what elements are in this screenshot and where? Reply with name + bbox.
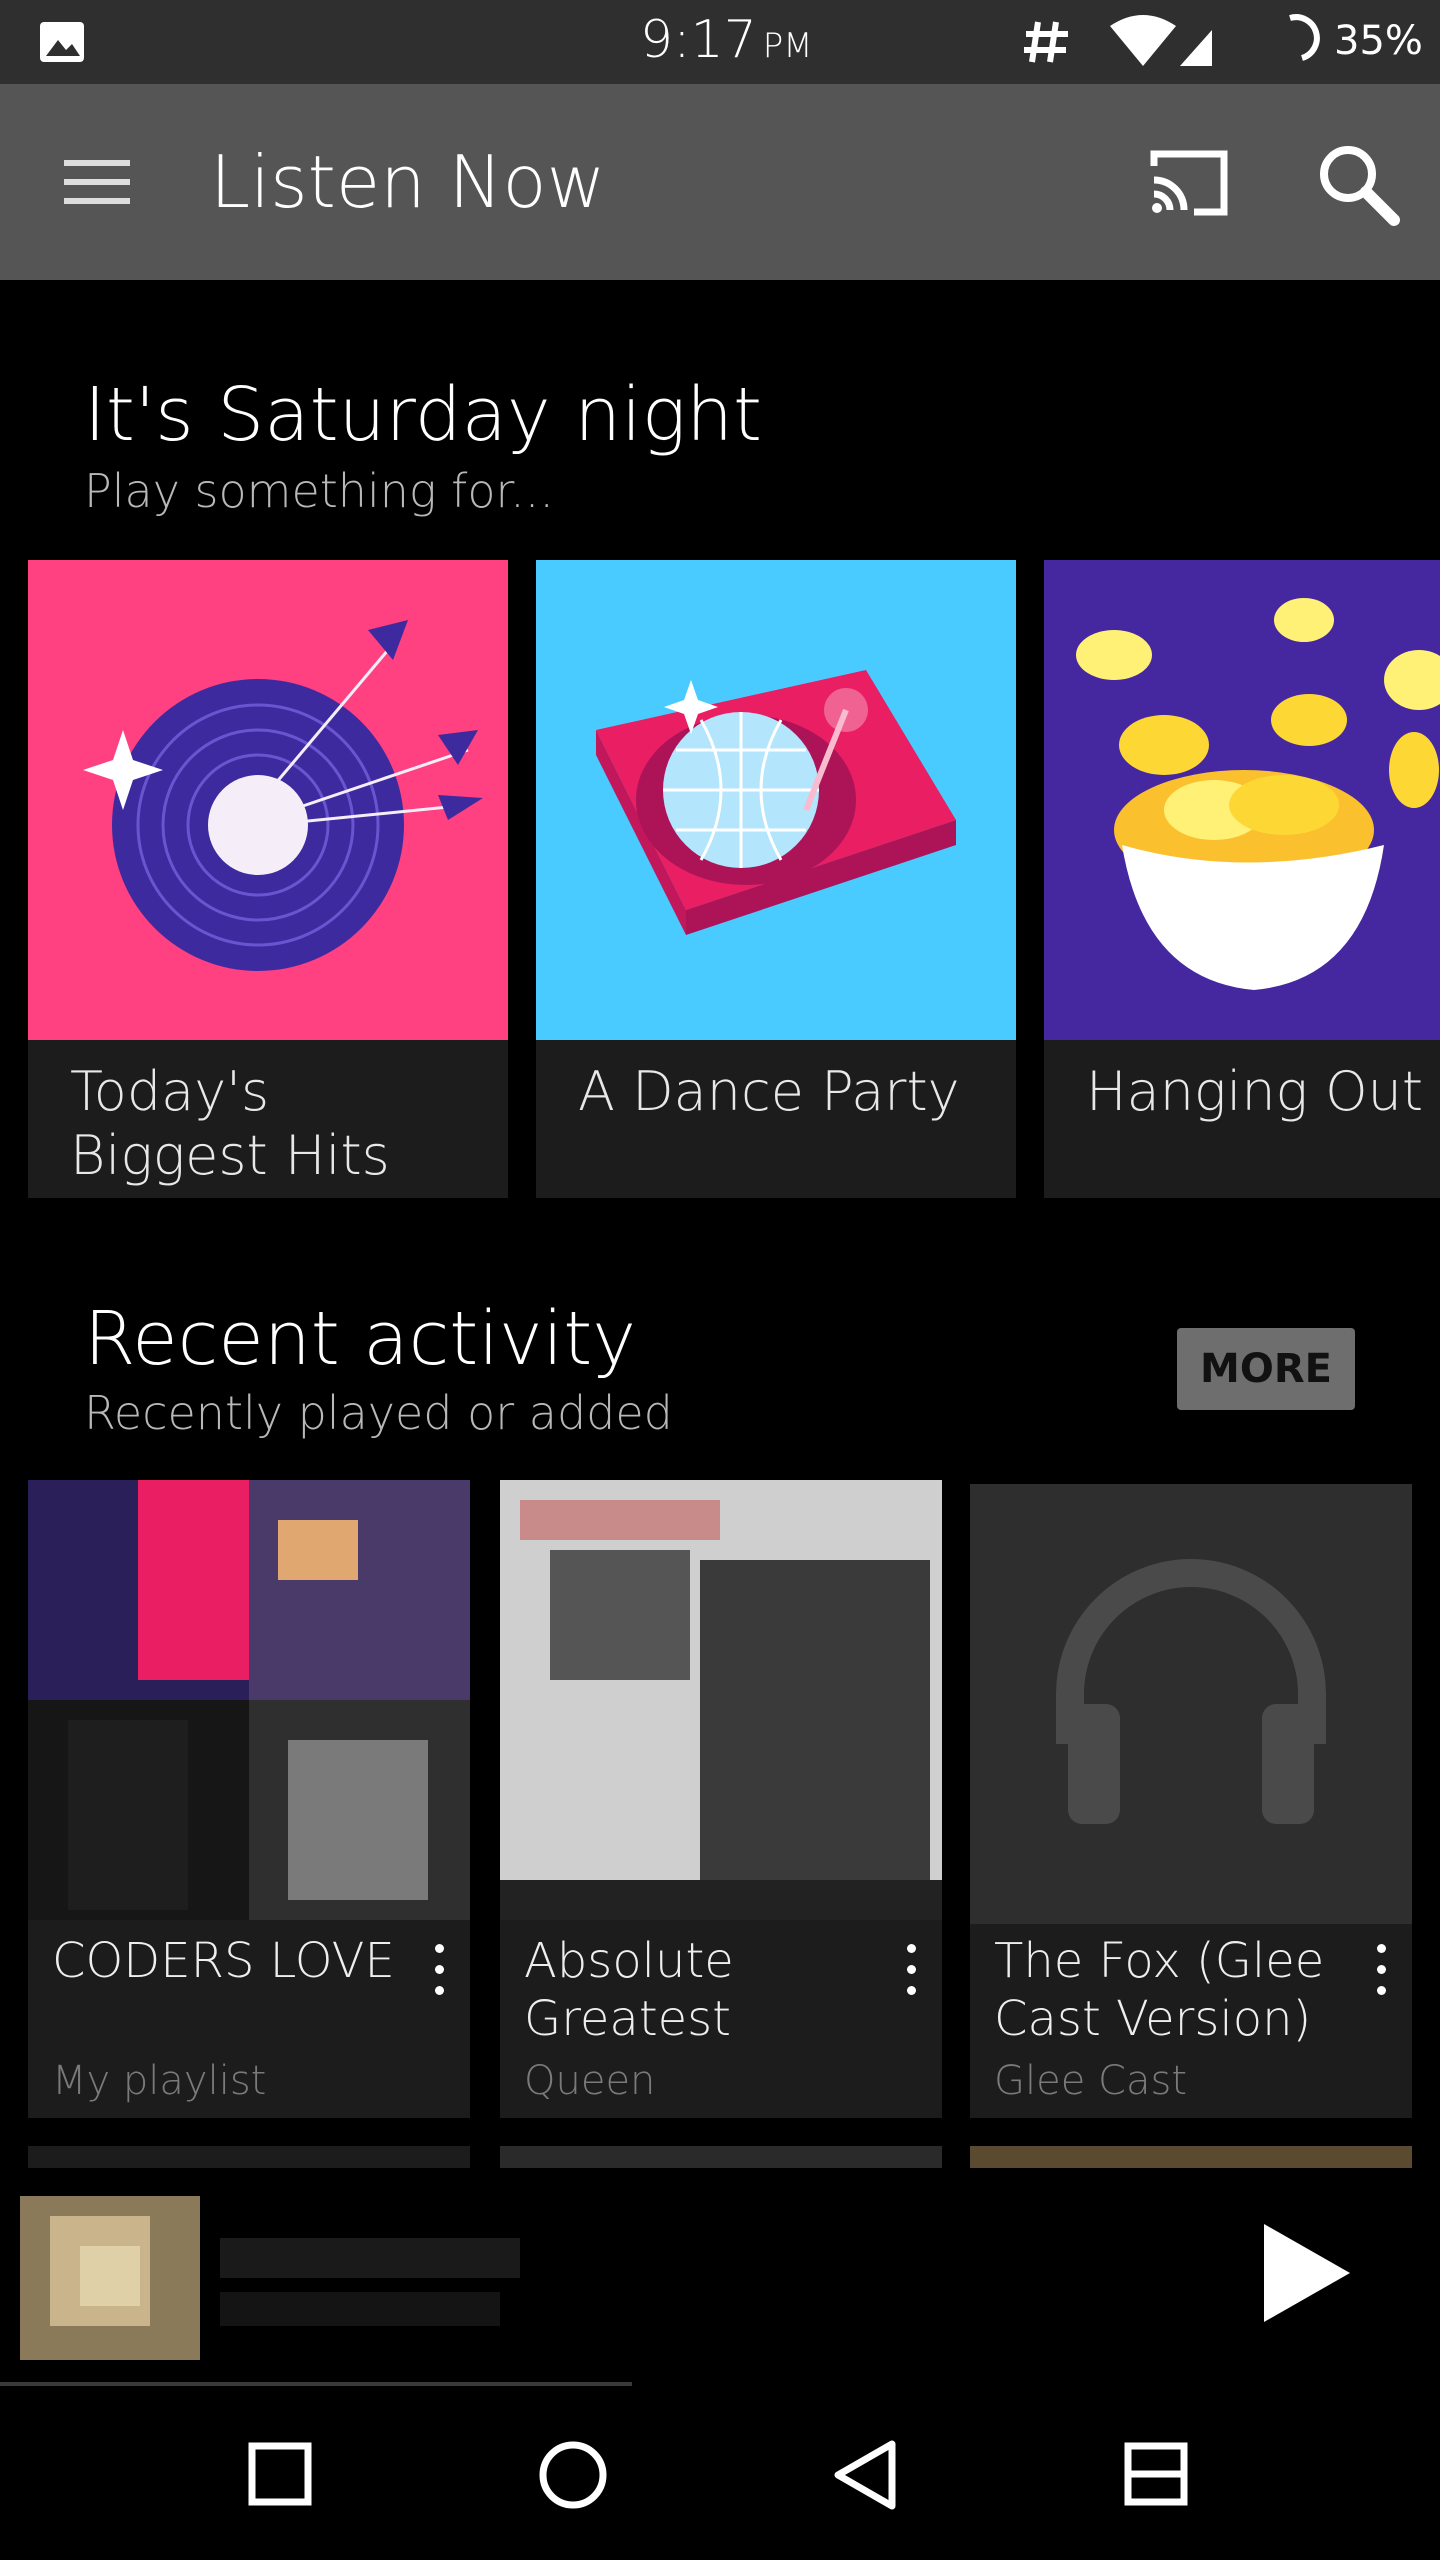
next-row-card — [500, 2146, 942, 2168]
battery-percentage: 35% — [1334, 18, 1423, 64]
wifi-icon — [1110, 15, 1176, 66]
item-title: CODERS LOVE — [52, 1933, 395, 1989]
signal-icon — [1180, 30, 1212, 66]
overflow-menu-icon[interactable] — [1366, 1940, 1396, 2000]
album-art-mosaic — [28, 1480, 470, 1920]
image-icon — [40, 22, 84, 62]
section-title-saturday: It's Saturday night — [84, 372, 763, 458]
more-button[interactable]: MORE — [1177, 1328, 1355, 1410]
menu-icon[interactable] — [62, 152, 132, 212]
back-icon[interactable] — [820, 2430, 910, 2520]
recents-icon[interactable] — [236, 2430, 326, 2520]
turntable-globe-icon — [536, 560, 1016, 1040]
page-title: Listen Now — [210, 140, 606, 224]
home-icon[interactable] — [528, 2430, 618, 2520]
track-artist-placeholder — [220, 2292, 500, 2326]
section-subtitle-recent: Recently played or added — [84, 1386, 673, 1440]
recent-item-absolute-greatest[interactable]: Absolute Greatest Queen — [500, 1480, 942, 2118]
item-title: The Fox (Glee Cast Version) — [994, 1933, 1325, 2047]
item-subtitle: Glee Cast — [994, 2058, 1188, 2104]
now-playing-art — [20, 2196, 200, 2360]
recent-item-the-fox[interactable]: The Fox (Glee Cast Version) Glee Cast — [970, 1484, 1412, 2118]
item-title: Absolute Greatest — [524, 1933, 734, 2047]
card-label-line2: Biggest Hits — [70, 1124, 390, 1187]
card-label: A Dance Party — [578, 1060, 960, 1123]
mini-player[interactable] — [0, 2168, 1440, 2388]
section-title-recent: Recent activity — [84, 1296, 637, 1382]
item-subtitle: Queen — [524, 2058, 656, 2104]
recent-item-coders-love[interactable]: CODERS LOVE My playlist — [28, 1480, 470, 2118]
album-art-queen — [500, 1480, 942, 1920]
overflow-menu-icon[interactable] — [424, 1940, 454, 2000]
progress-bar — [0, 2382, 632, 2386]
play-icon[interactable] — [1256, 2218, 1356, 2328]
hashtag-icon — [1024, 21, 1068, 63]
card-label-line1: Today's — [70, 1060, 270, 1123]
status-bar: 9:17 PM 35% — [0, 0, 1440, 84]
card-dance-party[interactable]: A Dance Party — [536, 560, 1016, 1198]
chips-bowl-icon — [1044, 560, 1440, 1040]
next-row-card — [970, 2146, 1412, 2168]
headphones-placeholder-icon — [970, 1484, 1412, 1924]
card-todays-biggest-hits[interactable]: Today's Biggest Hits — [28, 560, 508, 1198]
cast-icon[interactable] — [1148, 148, 1230, 218]
track-title-placeholder — [220, 2238, 520, 2278]
split-screen-icon[interactable] — [1112, 2430, 1202, 2520]
search-icon[interactable] — [1316, 142, 1400, 226]
battery-icon — [1289, 14, 1320, 61]
card-label: Hanging Out — [1086, 1060, 1424, 1123]
clock: 9:17 PM — [640, 10, 813, 70]
section-subtitle-saturday: Play something for... — [84, 464, 555, 518]
item-subtitle: My playlist — [52, 2058, 267, 2104]
card-hanging-out[interactable]: Hanging Out — [1044, 560, 1440, 1198]
app-bar: Listen Now — [0, 84, 1440, 280]
navigation-bar — [0, 2390, 1440, 2560]
overflow-menu-icon[interactable] — [896, 1940, 926, 2000]
next-row-card — [28, 2146, 470, 2168]
vinyl-target-icon — [28, 560, 508, 1040]
